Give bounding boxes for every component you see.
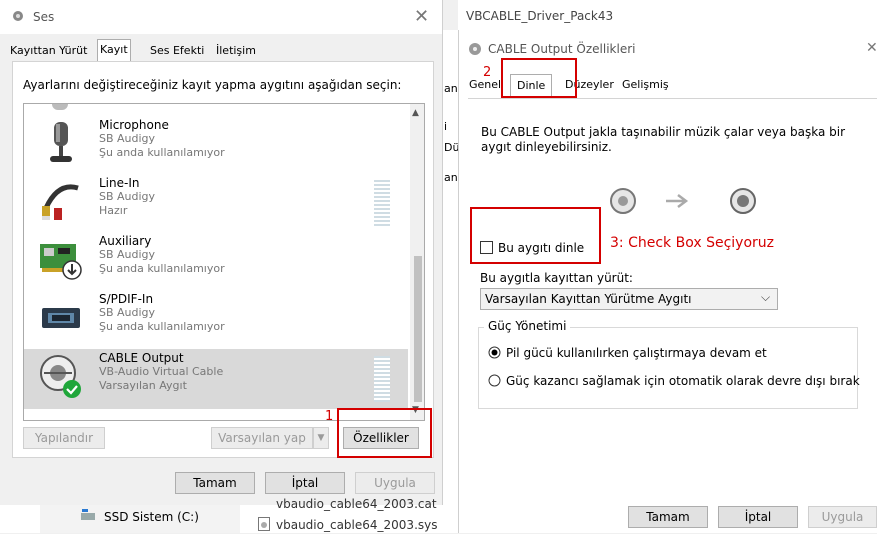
device-item-auxiliary[interactable]: Auxiliary SB Audigy Şu anda kullanılamıy… — [24, 232, 408, 290]
device-driver: SB Audigy — [99, 248, 156, 261]
file-name[interactable]: vbaudio_cable64_2003.sys — [276, 518, 437, 532]
close-icon[interactable]: ✕ — [866, 40, 877, 56]
microphone-icon — [38, 120, 84, 166]
device-driver: SB Audigy — [99, 190, 156, 203]
explorer-sliver — [443, 30, 458, 533]
cable-dialog-title: CABLE Output Özellikleri — [488, 42, 636, 56]
device-status: Şu anda kullanılamıyor — [99, 320, 225, 333]
configure-button[interactable]: Yapılandır — [23, 427, 105, 449]
tab-communications[interactable]: İletişim — [214, 41, 258, 62]
ok-button[interactable]: Tamam — [175, 472, 255, 494]
annotation-box-1 — [337, 408, 432, 458]
tab-playback[interactable]: Kayıttan Yürüt — [8, 41, 89, 62]
tab-advanced[interactable]: Gelişmiş — [622, 78, 669, 91]
behind-fragment: an — [444, 82, 458, 95]
device-driver: VB-Audio Virtual Cable — [99, 365, 224, 378]
listen-description: Bu CABLE Output jakla taşınabilir müzik … — [481, 125, 846, 154]
scroll-up-icon[interactable]: ▲ — [412, 108, 419, 118]
annotation-text-3: 3: Check Box Seçiyoruz — [610, 235, 774, 251]
driver-pack-title: VBCABLE_Driver_Pack43 — [466, 9, 614, 23]
device-name: Line-In — [99, 176, 140, 190]
playback-select[interactable]: Varsayılan Kayıttan Yürütme Aygıtı ⌵ — [480, 288, 778, 310]
arrow-right-icon — [664, 193, 692, 212]
recording-panel: Ayarlarını değiştireceğiniz kayıt yapma … — [12, 61, 434, 458]
sound-titlebar — [0, 0, 442, 34]
cable-output-icon — [38, 353, 84, 399]
listen-checkbox-label[interactable]: Bu aygıtı dinle — [498, 241, 584, 255]
sound-dialog: Ses ✕ Kayıttan Yürüt Kayıt Ses Efekti İl… — [0, 0, 443, 505]
speaker-icon — [468, 42, 482, 59]
annotation-number-2: 2 — [483, 65, 492, 80]
instruction-text: Ayarlarını değiştireceğiniz kayıt yapma … — [23, 78, 402, 92]
playback-label: Bu aygıtla kayıttan yürüt: — [480, 271, 633, 285]
scrollbar-thumb[interactable] — [414, 256, 422, 402]
drive-label[interactable]: SSD Sistem (C:) — [104, 510, 199, 524]
cancel-button[interactable]: İptal — [265, 472, 345, 494]
device-name: Auxiliary — [99, 234, 152, 248]
device-driver: SB Audigy — [99, 306, 156, 319]
file-partial[interactable]: vbaudio_cable64_2003.cat — [276, 497, 437, 511]
close-icon[interactable]: ✕ — [414, 6, 429, 27]
apply-button[interactable]: Uygula — [355, 472, 435, 494]
drive-icon — [80, 509, 96, 526]
rca-cable-icon — [38, 178, 84, 224]
level-meter — [374, 356, 390, 402]
annotation-number-1: 1 — [325, 409, 334, 424]
device-name: S/PDIF-In — [99, 292, 154, 306]
file-icon — [258, 517, 270, 534]
listen-checkbox[interactable] — [480, 241, 493, 254]
device-list: Microphone SB Audigy Şu anda kullanılamı… — [23, 103, 425, 421]
set-default-button[interactable]: Varsayılan yap — [211, 427, 313, 449]
device-status: Şu anda kullanılamıyor — [99, 262, 225, 275]
source-device-icon — [608, 186, 638, 219]
radio-disable-label[interactable]: Güç kazancı sağlamak için otomatik olara… — [506, 374, 860, 388]
tab-recording[interactable]: Kayıt — [97, 39, 131, 62]
device-status: Şu anda kullanılamıyor — [99, 146, 225, 159]
chevron-down-icon: ⌵ — [761, 290, 771, 304]
device-item-line-in[interactable]: Line-In SB Audigy Hazır — [24, 174, 408, 232]
power-group-box — [478, 327, 858, 409]
device-item-spdif-in[interactable]: S/PDIF-In SB Audigy Şu anda kullanılamıy… — [24, 290, 408, 348]
device-name: Microphone — [99, 118, 169, 132]
radio-continue-label[interactable]: Pil gücü kullanılırken çalıştırmaya deva… — [506, 346, 767, 360]
radio-continue[interactable] — [488, 346, 501, 362]
behind-fragment: i — [444, 120, 448, 133]
device-status: Varsayılan Aygıt — [99, 379, 187, 392]
target-device-icon — [728, 186, 758, 219]
tab-sounds[interactable]: Ses Efekti — [148, 41, 206, 62]
spdif-connector-icon — [38, 294, 84, 340]
radio-disable[interactable] — [488, 374, 501, 390]
set-default-dropdown-icon[interactable]: ▼ — [313, 427, 329, 449]
partial-device-icon — [52, 104, 68, 110]
behind-fragment: an — [444, 171, 458, 184]
device-driver: SB Audigy — [99, 132, 156, 145]
cable-ok-button[interactable]: Tamam — [628, 506, 708, 528]
device-item-cable-output[interactable]: CABLE Output VB-Audio Virtual Cable Vars… — [24, 349, 408, 409]
level-meter — [374, 180, 390, 226]
sound-card-icon — [38, 236, 84, 282]
annotation-box-3 — [470, 207, 601, 264]
playback-select-value: Varsayılan Kayıttan Yürütme Aygıtı — [485, 292, 692, 306]
device-item-microphone[interactable]: Microphone SB Audigy Şu anda kullanılamı… — [24, 116, 408, 174]
cable-cancel-button[interactable]: İptal — [718, 506, 798, 528]
device-status: Hazır — [99, 204, 128, 217]
sound-title: Ses — [33, 10, 55, 24]
device-name: CABLE Output — [99, 351, 184, 365]
annotation-box-2 — [501, 58, 577, 98]
cable-apply-button[interactable]: Uygula — [808, 506, 877, 528]
power-group-title: Güç Yönetimi — [484, 319, 571, 333]
speaker-icon — [11, 9, 25, 26]
